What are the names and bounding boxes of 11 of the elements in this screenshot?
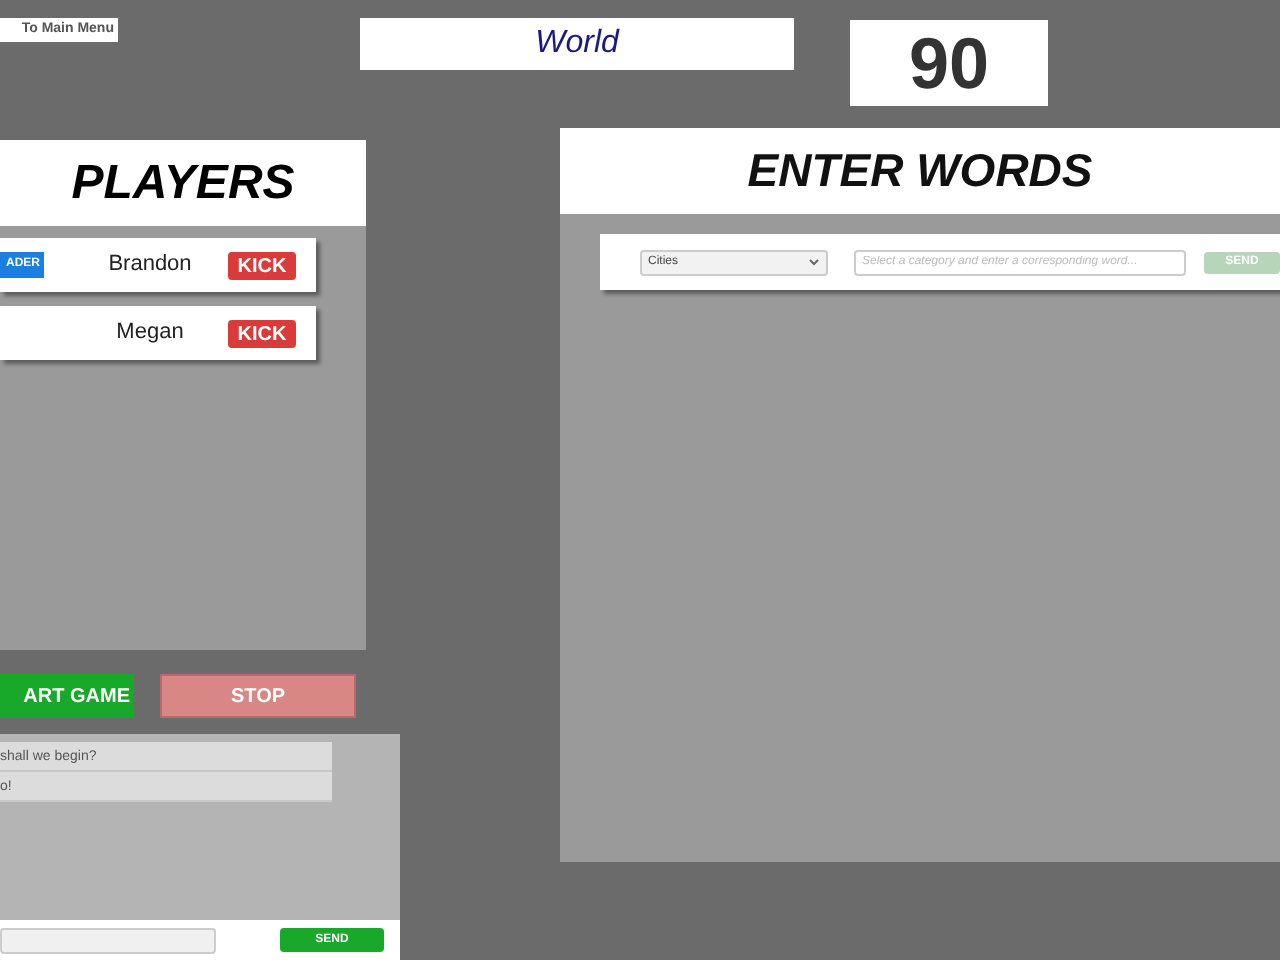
enter-words-title: ENTER WORDS <box>560 128 1280 214</box>
player-name: Brandon <box>106 250 194 281</box>
kick-button[interactable]: KICK <box>228 320 296 348</box>
kick-button[interactable]: KICK <box>228 252 296 280</box>
players-title: PLAYERS <box>0 140 366 226</box>
player-name: Megan <box>114 318 186 349</box>
start-game-button[interactable]: ART GAME <box>0 674 134 718</box>
chevron-down-icon <box>808 258 820 266</box>
chat-input-field[interactable] <box>0 927 216 953</box>
category-title: World <box>360 18 794 70</box>
timer: 90 <box>850 20 1048 106</box>
